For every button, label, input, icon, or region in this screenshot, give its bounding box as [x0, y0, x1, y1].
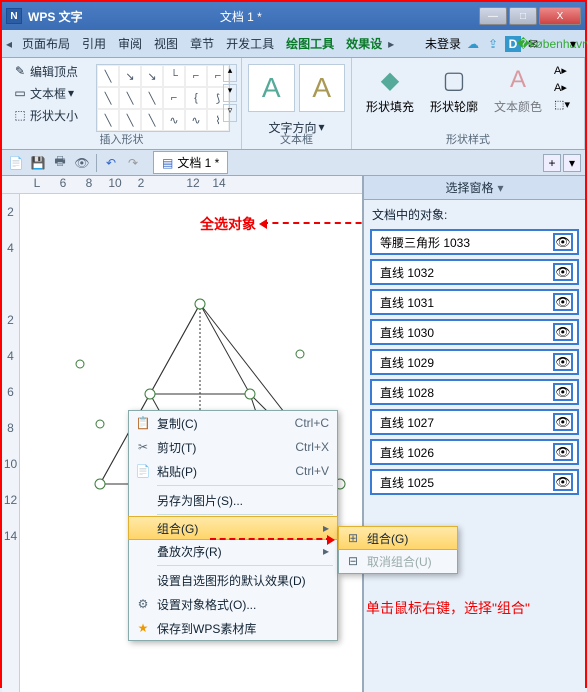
object-item[interactable]: 直线 1030👁 — [370, 319, 579, 345]
object-item[interactable]: 直线 1027👁 — [370, 409, 579, 435]
tab-references[interactable]: 引用 — [76, 31, 112, 56]
group-submenu: ⊞组合(G) ⊟取消组合(U) — [338, 526, 458, 574]
group-icon: ⊞ — [345, 531, 361, 545]
ungroup-icon: ⊟ — [345, 554, 361, 568]
eye-icon[interactable]: 👁 — [553, 443, 573, 461]
tab-scroll-right[interactable]: ▸ — [388, 37, 398, 51]
doc-title: 文档 1 * — [3, 8, 479, 25]
annotation-arrow-3 — [210, 538, 332, 540]
annotation-arrow-1 — [262, 222, 362, 224]
tab-scroll-left[interactable]: ◂ — [6, 37, 16, 51]
text-color-button[interactable]: A文本颜色 — [486, 60, 550, 119]
group-label: 插入形状 — [2, 131, 241, 147]
ctx-copy[interactable]: 📋复制(C)Ctrl+C — [129, 411, 337, 435]
vertical-ruler: 242468101214 — [2, 194, 20, 692]
ctx-cut[interactable]: ✂剪切(T)Ctrl+X — [129, 435, 337, 459]
ctx-paste[interactable]: 📄粘贴(P)Ctrl+V — [129, 459, 337, 483]
textbox-button[interactable]: ▭文本框▾ — [8, 83, 78, 104]
eye-icon[interactable]: 👁 — [553, 263, 573, 281]
save-icon[interactable]: 💾 — [28, 153, 48, 173]
tab-add[interactable]: + — [543, 154, 561, 172]
maximize-button[interactable]: □ — [509, 7, 537, 25]
tab-drawing-tools[interactable]: 绘图工具 — [280, 31, 340, 56]
object-item[interactable]: 直线 1028👁 — [370, 379, 579, 405]
tab-developer[interactable]: 开发工具 — [220, 31, 280, 56]
format-icon: ⚙ — [135, 597, 151, 611]
sub-group[interactable]: ⊞组合(G) — [338, 526, 458, 550]
doc-tab[interactable]: ▤ 文档 1 * — [153, 151, 228, 174]
wps-doc-icon: ▤ — [162, 156, 173, 170]
style-more-2[interactable]: A▸ — [554, 81, 570, 94]
ribbon: ✎编辑顶点 ▭文本框▾ ⬚形状大小 ╲↘↘└⌐⌐ ╲╲╲⌐{⟆ ╲╲╲∿∿⌇ ▴… — [2, 58, 585, 150]
wifi-icon[interactable]: �københavn — [545, 36, 561, 52]
tab-view[interactable]: 视图 — [148, 31, 184, 56]
ctx-format-object[interactable]: ⚙设置对象格式(O)... — [129, 592, 337, 616]
selection-pane-label: 文档中的对象: — [364, 200, 585, 229]
print-icon[interactable]: 🖶 — [50, 153, 70, 173]
undo-icon[interactable]: ↶ — [101, 153, 121, 173]
redo-icon[interactable]: ↷ — [123, 153, 143, 173]
gallery-up[interactable]: ▴ — [223, 64, 237, 82]
ctx-save-as-image[interactable]: 另存为图片(S)... — [129, 488, 337, 512]
annotation-right-click: 单击鼠标右键，选择"组合" — [366, 598, 530, 618]
eye-icon[interactable]: 👁 — [553, 413, 573, 431]
ctx-group[interactable]: 组合(G)▸ — [128, 516, 338, 540]
quick-access-toolbar: 📄 💾 🖶 👁 ↶ ↷ ▤ 文档 1 * + ▾ — [2, 150, 585, 176]
shape-size-button[interactable]: ⬚形状大小 — [8, 105, 82, 126]
copy-icon: 📋 — [135, 416, 151, 430]
object-item[interactable]: 直线 1031👁 — [370, 289, 579, 315]
ribbon-tabs: ◂ 页面布局 引用 审阅 视图 章节 开发工具 绘图工具 效果设 ▸ 未登录 ☁… — [2, 30, 585, 58]
ctx-save-to-wps[interactable]: ★保存到WPS素材库 — [129, 616, 337, 640]
annotation-select-all: 全选对象 — [200, 214, 256, 234]
horizontal-ruler: L681021214 — [2, 176, 362, 194]
eye-icon[interactable]: 👁 — [553, 233, 573, 251]
tab-effects[interactable]: 效果设 — [340, 31, 388, 56]
context-menu: 📋复制(C)Ctrl+C ✂剪切(T)Ctrl+X 📄粘贴(P)Ctrl+V 另… — [128, 410, 338, 641]
tab-review[interactable]: 审阅 — [112, 31, 148, 56]
eye-icon[interactable]: 👁 — [553, 293, 573, 311]
object-list: 等腰三角形 1033👁 直线 1032👁 直线 1031👁 直线 1030👁 直… — [364, 229, 585, 692]
tab-list[interactable]: ▾ — [563, 154, 581, 172]
shape-gallery[interactable]: ╲↘↘└⌐⌐ ╲╲╲⌐{⟆ ╲╲╲∿∿⌇ — [96, 64, 230, 132]
object-item[interactable]: 直线 1032👁 — [370, 259, 579, 285]
cut-icon: ✂ — [135, 440, 151, 454]
minimize-button[interactable]: — — [479, 7, 507, 25]
object-item[interactable]: 等腰三角形 1033👁 — [370, 229, 579, 255]
edit-vertices-button[interactable]: ✎编辑顶点 — [8, 61, 82, 82]
save-wps-icon: ★ — [135, 621, 151, 635]
new-icon[interactable]: 📄 — [6, 153, 26, 173]
cloud-icon[interactable]: ☁ — [465, 36, 481, 52]
text-style-b[interactable]: A — [299, 64, 346, 112]
eye-icon[interactable]: 👁 — [553, 383, 573, 401]
login-link[interactable]: 未登录 — [425, 35, 461, 52]
object-item[interactable]: 直线 1025👁 — [370, 469, 579, 495]
gallery-more[interactable]: ▿ — [223, 104, 237, 122]
tab-page-layout[interactable]: 页面布局 — [16, 31, 76, 56]
help-dropdown[interactable]: ▾ — [565, 36, 581, 52]
text-style-a[interactable]: A — [248, 64, 295, 112]
object-item[interactable]: 直线 1029👁 — [370, 349, 579, 375]
shape-fill-button[interactable]: ◆形状填充 — [358, 60, 422, 119]
ctx-order[interactable]: 叠放次序(R)▸ — [129, 539, 337, 563]
preview-icon[interactable]: 👁 — [72, 153, 92, 173]
sub-ungroup: ⊟取消组合(U) — [339, 549, 457, 573]
style-more-3[interactable]: ⬚▾ — [554, 98, 570, 111]
eye-icon[interactable]: 👁 — [553, 473, 573, 491]
selection-pane-header[interactable]: 选择窗格▾ — [364, 176, 585, 200]
eye-icon[interactable]: 👁 — [553, 353, 573, 371]
gallery-down[interactable]: ▾ — [223, 84, 237, 102]
eye-icon[interactable]: 👁 — [553, 323, 573, 341]
tab-section[interactable]: 章节 — [184, 31, 220, 56]
style-more-1[interactable]: A▸ — [554, 64, 570, 77]
close-button[interactable]: X — [539, 7, 581, 25]
share-icon[interactable]: ⇪ — [485, 36, 501, 52]
object-item[interactable]: 直线 1026👁 — [370, 439, 579, 465]
shape-outline-button[interactable]: ▢形状轮廓 — [422, 60, 486, 119]
titlebar: N WPS 文字 文档 1 * — □ X — [2, 2, 585, 30]
paste-icon: 📄 — [135, 464, 151, 478]
ctx-set-default[interactable]: 设置自选图形的默认效果(D) — [129, 568, 337, 592]
